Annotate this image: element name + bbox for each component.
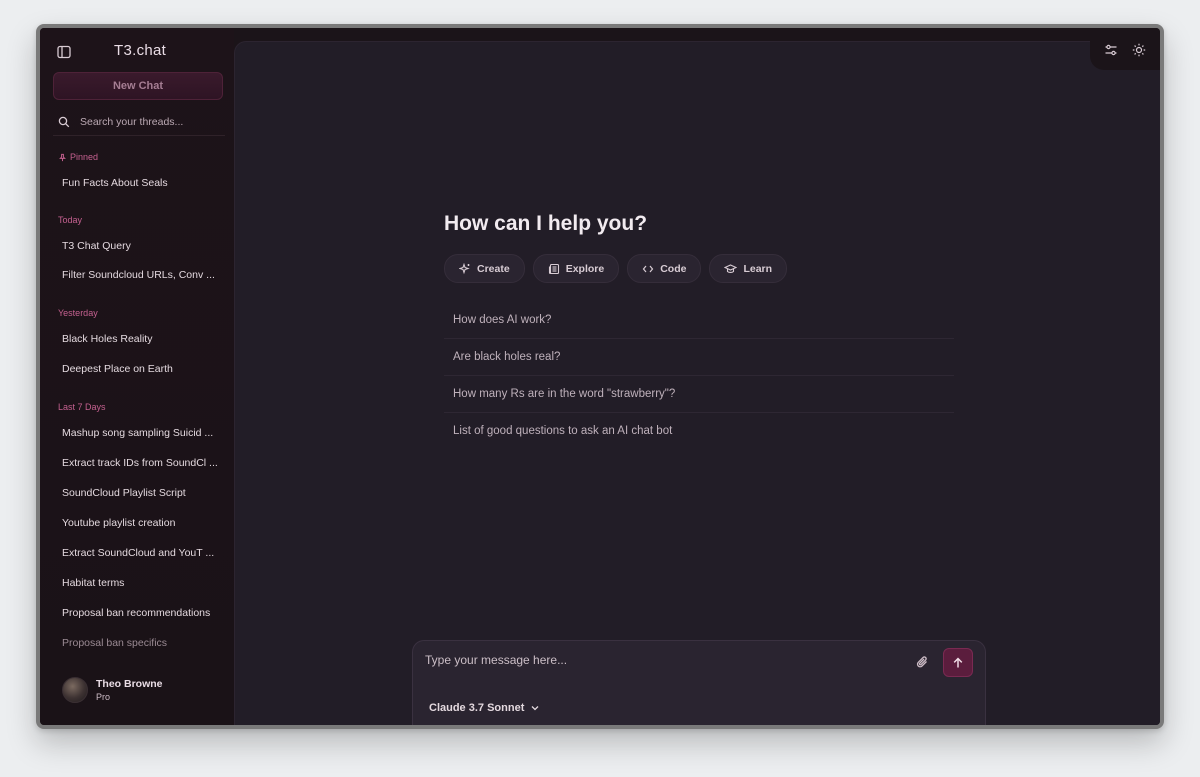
suggestion-list: How does AI work? Are black holes real? … (444, 302, 954, 449)
thread-item[interactable]: Deepest Place on Earth (62, 363, 218, 375)
thread-search (53, 108, 225, 136)
search-input[interactable] (78, 114, 222, 129)
app-window: T3.chat New Chat Pinned Fun Facts About … (36, 24, 1164, 729)
user-plan: Pro (96, 692, 111, 702)
settings-sliders-icon[interactable] (1104, 43, 1118, 57)
newspaper-icon (548, 263, 559, 274)
thread-item[interactable]: Proposal ban specifics (62, 637, 218, 649)
user-name: Theo Browne (96, 678, 163, 690)
group-label-pinned: Pinned (58, 152, 98, 162)
explore-button[interactable]: Explore (532, 254, 620, 283)
user-profile[interactable]: Theo Browne Pro (62, 677, 163, 703)
create-button[interactable]: Create (444, 254, 525, 283)
thread-item[interactable]: Proposal ban recommendations (62, 607, 218, 619)
thread-item[interactable]: Extract SoundCloud and YouT ... (62, 547, 218, 559)
sun-icon[interactable] (1132, 43, 1146, 57)
code-icon (642, 265, 654, 272)
code-button[interactable]: Code (627, 254, 702, 283)
graduation-cap-icon (724, 263, 738, 273)
thread-item[interactable]: Filter Soundcloud URLs, Conv ... (62, 269, 218, 281)
group-label-today: Today (58, 215, 83, 225)
category-buttons: Create Explore Code Learn (444, 254, 788, 283)
send-button[interactable] (943, 648, 973, 677)
thread-item[interactable]: Black Holes Reality (62, 333, 218, 345)
sidebar: T3.chat New Chat Pinned Fun Facts About … (40, 28, 234, 725)
app-brand: T3.chat (114, 42, 167, 59)
app-root: T3.chat New Chat Pinned Fun Facts About … (40, 28, 1160, 725)
thread-item[interactable]: T3 Chat Query (62, 240, 218, 252)
pin-icon (59, 153, 66, 161)
paperclip-icon[interactable] (915, 654, 931, 670)
arrow-up-icon (953, 657, 963, 667)
thread-item[interactable]: Youtube playlist creation (62, 517, 218, 529)
search-icon (58, 116, 70, 127)
suggestion-item[interactable]: List of good questions to ask an AI chat… (444, 413, 954, 449)
suggestion-item[interactable]: Are black holes real? (444, 339, 954, 376)
group-label-last-7-days: Last 7 Days (58, 402, 106, 412)
suggestion-item[interactable]: How does AI work? (444, 302, 954, 339)
thread-item[interactable]: Fun Facts About Seals (62, 177, 218, 189)
thread-item[interactable]: Mashup song sampling Suicid ... (62, 427, 218, 439)
sparkles-icon (459, 262, 470, 274)
model-name: Claude 3.7 Sonnet (429, 702, 525, 714)
message-composer: Claude 3.7 Sonnet (412, 640, 986, 725)
welcome-heading: How can I help you? (444, 212, 648, 235)
group-label-yesterday: Yesterday (58, 308, 98, 318)
thread-item[interactable]: Extract track IDs from SoundCl ... (62, 457, 218, 469)
sidebar-toggle-icon[interactable] (56, 44, 72, 60)
learn-button[interactable]: Learn (709, 254, 788, 283)
avatar (62, 677, 88, 703)
top-right-toolbar (1090, 28, 1160, 70)
chevron-down-icon (531, 706, 539, 711)
thread-item[interactable]: Habitat terms (62, 577, 218, 589)
message-input[interactable] (423, 651, 897, 677)
model-selector[interactable]: Claude 3.7 Sonnet (429, 702, 540, 714)
thread-item[interactable]: SoundCloud Playlist Script (62, 487, 218, 499)
new-chat-button[interactable]: New Chat (53, 72, 223, 100)
suggestion-item[interactable]: How many Rs are in the word "strawberry"… (444, 376, 954, 413)
